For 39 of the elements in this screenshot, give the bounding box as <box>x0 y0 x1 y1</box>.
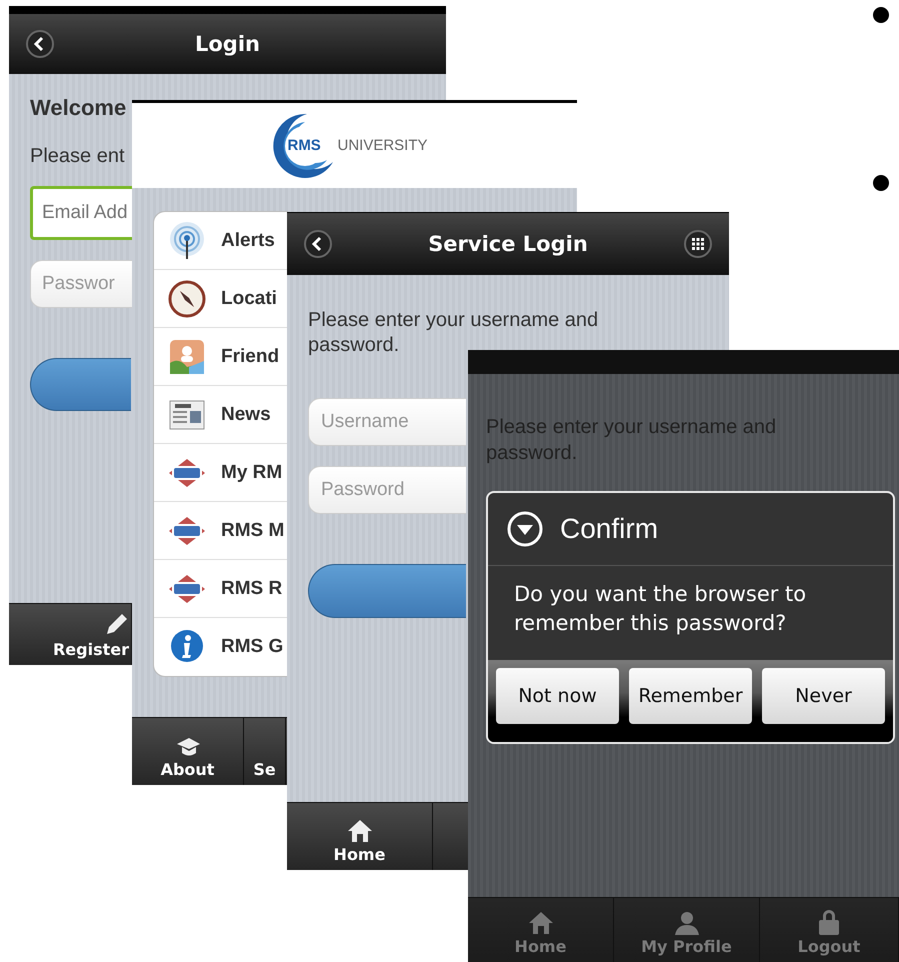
collapse-icon <box>506 510 544 548</box>
logo-text: UNIVERSITY <box>337 137 428 154</box>
logo-text: RMS <box>287 136 321 154</box>
submit-button[interactable] <box>308 564 466 618</box>
dialog-button[interactable]: Never <box>762 668 885 724</box>
menu-item[interactable]: RMS G <box>154 618 288 676</box>
bullet-icon <box>873 175 889 191</box>
instruction-text: Please enter your username and password. <box>486 415 778 466</box>
bullet-icon <box>873 7 889 23</box>
instruction-text: Please enter your username and password. <box>308 308 600 358</box>
welcome-heading: Welcome <box>30 94 126 122</box>
tab-button[interactable]: About <box>132 718 244 785</box>
person-icon <box>674 911 700 935</box>
menu-item[interactable]: Locati <box>154 270 288 328</box>
home-icon <box>346 819 372 843</box>
dialog-button[interactable]: Remember <box>629 668 752 724</box>
grid-menu-button[interactable] <box>683 229 713 259</box>
lock-icon <box>818 909 840 935</box>
graduation-cap-icon <box>174 736 200 758</box>
screen-title: Service Login <box>428 232 588 256</box>
tab-button[interactable]: Se <box>244 718 286 785</box>
menu-item[interactable]: Alerts <box>154 212 288 270</box>
dialog-title: Confirm <box>560 513 658 545</box>
screen-title: Login <box>195 32 260 56</box>
instruction-text: Please ent <box>30 144 125 169</box>
compass-icon <box>167 278 207 318</box>
back-button[interactable] <box>25 29 55 59</box>
back-button[interactable] <box>303 229 333 259</box>
tab-button[interactable]: My Profile <box>614 898 760 962</box>
dialog-message: Do you want the browser to remember this password? <box>513 581 808 637</box>
menu-item[interactable]: Friend <box>154 328 288 386</box>
dialog-button[interactable]: Not now <box>496 668 619 724</box>
tab-button[interactable]: Home <box>468 898 614 962</box>
input-field[interactable]: Email Add <box>30 186 132 240</box>
menu-item[interactable]: News <box>154 386 288 444</box>
submit-button[interactable] <box>30 358 131 411</box>
antenna-icon <box>167 220 207 260</box>
tab-button[interactable]: Logout <box>760 898 899 962</box>
home-icon <box>528 911 554 935</box>
